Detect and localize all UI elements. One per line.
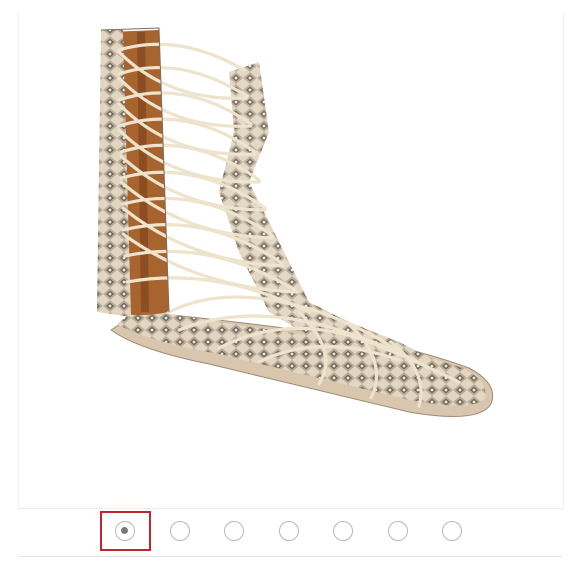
carousel-dot-4[interactable] — [278, 521, 299, 541]
image-carousel-pagination — [0, 510, 580, 554]
carousel-dot-7[interactable] — [442, 521, 462, 541]
next-card-edge — [18, 556, 562, 587]
carousel-dot-3[interactable] — [224, 521, 244, 541]
carousel-dot-1[interactable] — [115, 521, 135, 541]
carousel-dot-2[interactable] — [169, 521, 190, 541]
carousel-dot-6[interactable] — [387, 521, 408, 541]
carousel-dot-5[interactable] — [333, 521, 353, 541]
product-image-frame — [18, 12, 564, 509]
gladiator-sandal-photo[interactable] — [19, 12, 563, 508]
